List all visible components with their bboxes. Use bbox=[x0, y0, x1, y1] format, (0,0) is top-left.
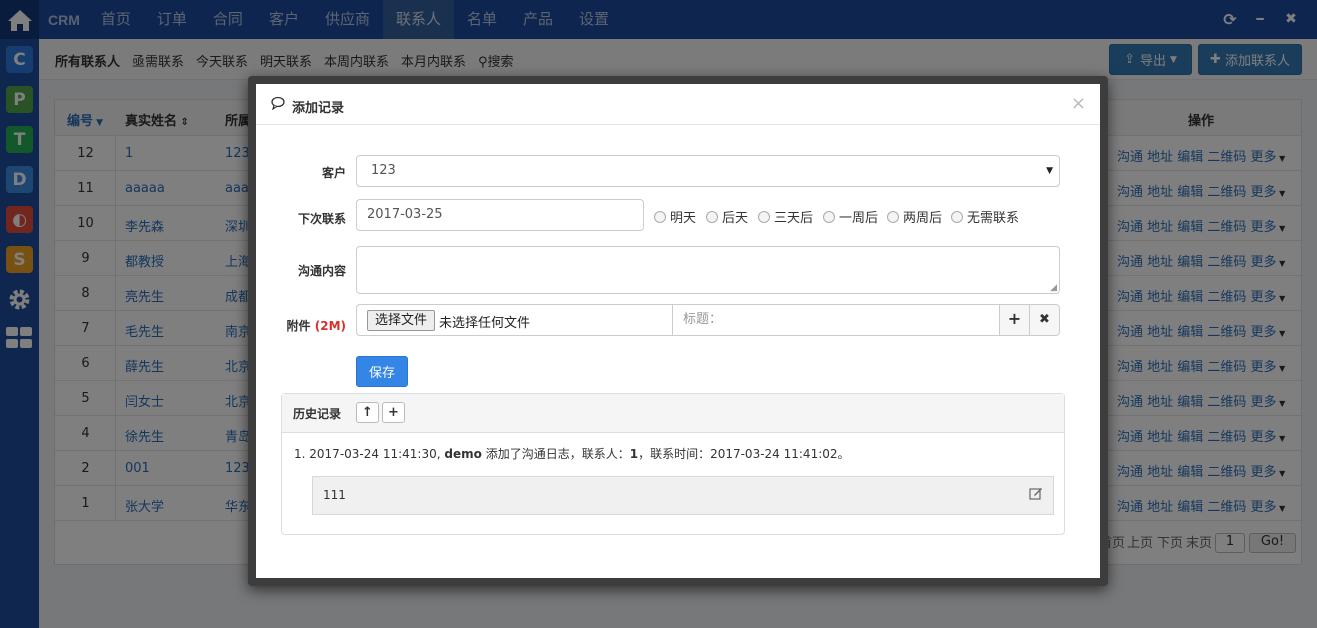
radio-two-weeks[interactable]: 两周后 bbox=[887, 207, 942, 226]
edit-icon[interactable] bbox=[1029, 486, 1043, 504]
next-contact-label: 下次联系 bbox=[297, 212, 346, 226]
add-record-modal: 添加记录 × 客户 123 ▼ 下次联系 2017-03-25 明天 后天 三天… bbox=[256, 84, 1100, 578]
file-input-group: 选择文件 未选择任何文件 bbox=[356, 304, 673, 336]
no-file-text: 未选择任何文件 bbox=[439, 316, 531, 331]
chevron-down-icon: ▼ bbox=[1046, 166, 1053, 176]
arrow-up-icon: ↑ bbox=[362, 405, 373, 420]
expand-add-button[interactable]: + bbox=[382, 402, 405, 423]
history-panel: 历史记录 ↑ + 1. 2017-03-24 11:41:30, demo 添加… bbox=[281, 393, 1065, 535]
save-button[interactable]: 保存 bbox=[356, 356, 408, 387]
radio-circle bbox=[706, 210, 718, 223]
radio-circle bbox=[823, 210, 835, 223]
customer-select[interactable]: 123 ▼ bbox=[356, 155, 1060, 187]
content-label: 沟通内容 bbox=[297, 264, 346, 278]
modal-title: 添加记录 bbox=[292, 101, 345, 116]
attachment-label: 附件 (2M) bbox=[286, 319, 346, 333]
radio-day-after[interactable]: 后天 bbox=[706, 207, 748, 226]
radio-circle bbox=[951, 210, 963, 223]
history-entry: 1. 2017-03-24 11:41:30, demo 添加了沟通日志，联系人… bbox=[294, 447, 850, 461]
history-title: 历史记录 bbox=[293, 407, 342, 421]
modal-header: 添加记录 × bbox=[256, 84, 1100, 125]
collapse-up-button[interactable]: ↑ bbox=[356, 402, 379, 423]
comment-icon bbox=[271, 96, 285, 114]
close-icon[interactable]: × bbox=[1071, 93, 1086, 114]
plus-icon: + bbox=[1007, 309, 1022, 328]
radio-three-days[interactable]: 三天后 bbox=[758, 207, 813, 226]
close-icon: ✖ bbox=[1039, 312, 1050, 327]
radio-one-week[interactable]: 一周后 bbox=[823, 207, 878, 226]
add-attachment-button[interactable]: + bbox=[999, 304, 1030, 336]
history-contact: 1 bbox=[629, 447, 639, 461]
content-textarea[interactable]: ◢ bbox=[356, 246, 1060, 294]
next-contact-date-input[interactable]: 2017-03-25 bbox=[356, 199, 644, 231]
customer-label: 客户 bbox=[321, 166, 346, 180]
resize-handle-icon[interactable]: ◢ bbox=[1050, 283, 1057, 293]
plus-icon: + bbox=[388, 405, 399, 420]
radio-circle bbox=[654, 210, 666, 223]
history-content: 111 bbox=[323, 488, 346, 502]
attachment-title-input[interactable]: 标题： bbox=[672, 304, 1000, 336]
radio-no-contact[interactable]: 无需联系 bbox=[951, 207, 1019, 226]
history-header: 历史记录 ↑ + bbox=[282, 394, 1064, 433]
choose-file-button[interactable]: 选择文件 bbox=[367, 310, 436, 331]
remove-attachment-button[interactable]: ✖ bbox=[1029, 304, 1060, 336]
radio-circle bbox=[887, 210, 899, 223]
radio-tomorrow[interactable]: 明天 bbox=[654, 207, 696, 226]
radio-circle bbox=[758, 210, 770, 223]
history-content-box: 111 bbox=[312, 476, 1054, 515]
history-user: demo bbox=[444, 447, 482, 461]
